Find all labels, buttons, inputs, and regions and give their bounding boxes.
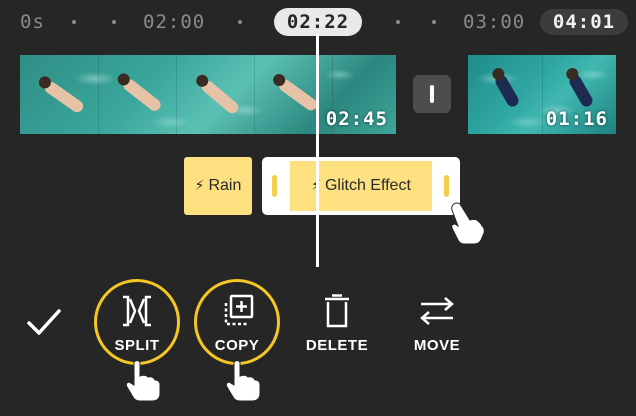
lightning-bolt-icon: ⚡︎ bbox=[194, 178, 205, 194]
trash-icon bbox=[317, 291, 357, 331]
effect-chip-rain[interactable]: ⚡︎ Rain bbox=[184, 157, 252, 215]
frame-divider bbox=[176, 55, 177, 134]
transition-button[interactable] bbox=[413, 75, 451, 113]
video-clip-1[interactable]: 02:45 bbox=[20, 55, 396, 134]
effect-label: Rain bbox=[208, 177, 242, 194]
pointing-hand-icon bbox=[225, 360, 261, 402]
ruler-label-start: 0s bbox=[20, 11, 45, 33]
checkmark-icon bbox=[27, 309, 61, 335]
pointing-hand-icon bbox=[451, 202, 485, 244]
move-button[interactable]: MOVE bbox=[392, 277, 482, 367]
ruler-tick bbox=[112, 20, 116, 24]
trim-handle-right[interactable] bbox=[444, 175, 449, 197]
ruler-label-2min: 02:00 bbox=[143, 11, 206, 33]
clip-duration: 02:45 bbox=[325, 108, 388, 130]
ruler-tick bbox=[72, 20, 76, 24]
frame-divider bbox=[98, 55, 99, 134]
video-clip-2[interactable]: 01:16 bbox=[468, 55, 616, 134]
split-label: SPLIT bbox=[114, 337, 160, 354]
playhead-line[interactable] bbox=[316, 34, 319, 267]
copy-button[interactable]: COPY bbox=[192, 277, 282, 367]
split-icon bbox=[117, 291, 157, 331]
frame-divider bbox=[542, 55, 543, 134]
copy-icon bbox=[217, 291, 257, 331]
ruler-tick bbox=[396, 20, 400, 24]
total-duration-badge: 04:01 bbox=[540, 9, 628, 35]
trim-handle-left[interactable] bbox=[272, 175, 277, 197]
ruler-tick bbox=[432, 20, 436, 24]
clip-duration: 01:16 bbox=[545, 108, 608, 130]
effect-label: Glitch Effect bbox=[324, 177, 411, 194]
ruler-tick bbox=[238, 20, 242, 24]
delete-label: DELETE bbox=[305, 337, 369, 354]
move-label: MOVE bbox=[413, 337, 461, 354]
transition-icon bbox=[430, 85, 434, 103]
confirm-button[interactable] bbox=[24, 302, 64, 342]
frame-divider bbox=[254, 55, 255, 134]
split-button[interactable]: SPLIT bbox=[92, 277, 182, 367]
ruler-label-3min: 03:00 bbox=[463, 11, 526, 33]
delete-button[interactable]: DELETE bbox=[292, 277, 382, 367]
playhead-time-badge[interactable]: 02:22 bbox=[274, 8, 362, 36]
swap-arrows-icon bbox=[417, 291, 457, 331]
effect-chip-glitch[interactable]: ⚡︎ Glitch Effect bbox=[290, 161, 432, 211]
copy-label: COPY bbox=[214, 337, 260, 354]
pointing-hand-icon bbox=[125, 360, 161, 402]
